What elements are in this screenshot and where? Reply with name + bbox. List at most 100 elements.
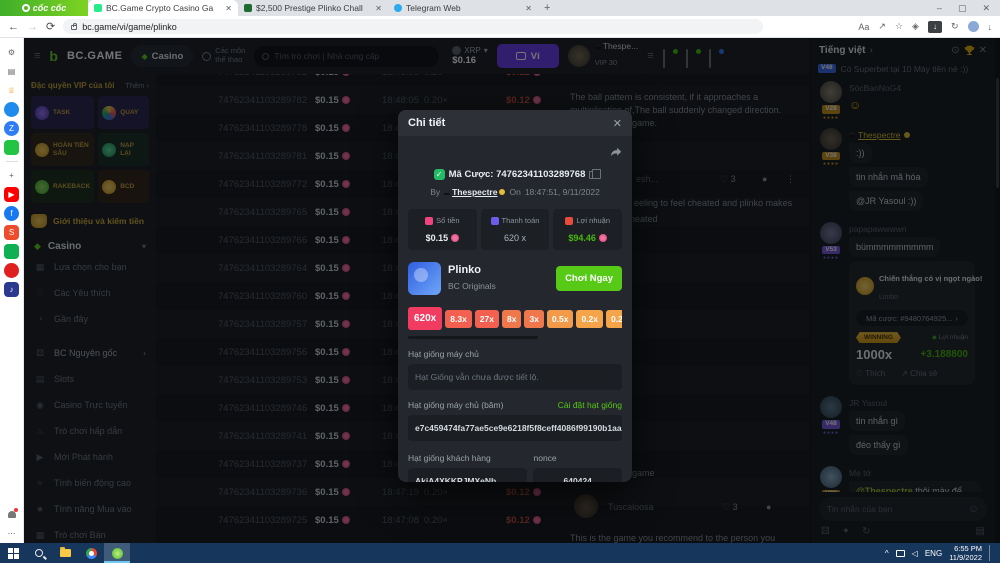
tab-title: $2,500 Prestige Plinko Chall <box>256 3 371 13</box>
copy-icon[interactable] <box>589 171 596 179</box>
more-icon[interactable]: ⋯ <box>4 526 19 541</box>
bcgame-site: ≡ b BC.GAME ◆ Casino Các mônthể thao Tìm… <box>24 38 1000 543</box>
bet-datetime: 18:47:51, 9/11/2022 <box>525 187 600 197</box>
multiplier-chips: 620x8.3x27x8x3x0.5x0.2x0.2x0.2x0.2 <box>408 307 622 330</box>
taskbar-search-icon[interactable] <box>26 543 52 563</box>
amount-icon <box>425 217 433 225</box>
tab-close-icon[interactable]: ✕ <box>525 4 532 13</box>
chips-scrollbar[interactable] <box>408 336 538 339</box>
game-studio: BC Originals <box>448 281 496 291</box>
tab-telegram[interactable]: Telegram Web ✕ <box>388 0 538 16</box>
games-icon[interactable] <box>4 140 19 155</box>
multiplier-chip: 8x <box>502 310 521 328</box>
coccoc-brand[interactable]: cốc cốc <box>0 0 88 16</box>
volume-icon[interactable]: ◁ <box>912 549 918 558</box>
tray-expand-icon[interactable]: ^ <box>885 549 889 558</box>
facebook-icon[interactable]: f <box>4 206 19 221</box>
nonce-value: 640424 <box>533 468 622 482</box>
stat-payout: Thanh toán 620 x <box>481 209 550 250</box>
stat-amount: Số tiền $0.15 <box>408 209 477 250</box>
stat-profit: Lợi nhuận $94.46 <box>553 209 622 250</box>
shield-icon[interactable]: ◈ <box>912 21 919 32</box>
file-explorer-icon[interactable] <box>52 543 78 563</box>
notification-bell-icon[interactable] <box>4 507 19 522</box>
multiplier-chip: 8.3x <box>445 310 472 328</box>
nonce-label: nonce <box>533 453 556 463</box>
server-seed-hash: e7c459474fa77ae5ce9e6218f5f8ceff4086f991… <box>408 415 622 441</box>
network-icon[interactable] <box>896 550 905 557</box>
tab-close-icon[interactable]: ✕ <box>225 4 232 13</box>
server-seed-label: Hạt giống máy chủ <box>408 349 479 359</box>
seed-settings-link[interactable]: Cài đặt hạt giống <box>558 400 622 410</box>
video-app-icon[interactable] <box>4 263 19 278</box>
tab-plinko-challenge[interactable]: $2,500 Prestige Plinko Chall ✕ <box>238 0 388 16</box>
shopee-icon[interactable]: S <box>4 225 19 240</box>
divider <box>6 161 18 162</box>
brand-label: cốc cốc <box>33 3 67 13</box>
history-icon[interactable]: ↻ <box>951 21 959 32</box>
screen: cốc cốc BC.Game Crypto Casino Ga ✕ $2,50… <box>0 0 1000 563</box>
bookmark-icon[interactable]: ☆ <box>895 21 903 32</box>
multiplier-chip: 0.2x <box>606 310 622 328</box>
tab-title: BC.Game Crypto Casino Ga <box>106 3 221 13</box>
browser-toolbar: ← → ⟳ bc.game/vi/game/plinko Aa ↗ ☆ ◈ ↓ … <box>0 16 1000 38</box>
profit-icon <box>565 217 573 225</box>
client-seed-value: AkiA4XKKPJMXeNb <box>408 468 527 482</box>
tophat-icon <box>444 190 450 195</box>
multiplier-chip: 0.2x <box>576 310 603 328</box>
modal-title: Chi tiết <box>408 117 445 129</box>
youtube-icon[interactable]: ▶ <box>4 187 19 202</box>
minimize-button[interactable]: – <box>937 3 942 14</box>
messenger-icon[interactable] <box>4 102 19 117</box>
client-seed-label: Hạt giống khách hàng <box>408 453 491 463</box>
new-tab-button[interactable]: + <box>544 2 550 14</box>
show-desktop-button[interactable] <box>989 545 992 561</box>
add-icon[interactable]: + <box>4 168 19 183</box>
multiplier-chip: 3x <box>524 310 543 328</box>
plinko-thumbnail[interactable] <box>408 262 441 295</box>
chrome-icon[interactable] <box>78 543 104 563</box>
sheets-icon[interactable] <box>4 244 19 259</box>
downloads-icon[interactable]: ↓ <box>988 22 993 32</box>
coccoc-taskbar-icon[interactable] <box>104 543 130 563</box>
bet-id: 74762341103289768 <box>496 169 585 180</box>
browser-sidebar: ⚙ ▤ ♕ Z + ▶ fS ♪ ⋯ <box>0 38 24 543</box>
extension-download-icon[interactable]: ↓ <box>928 21 942 33</box>
server-seed-hash-label: Hạt giống máy chủ (băm) <box>408 400 503 410</box>
favicon <box>394 4 402 12</box>
bet-author[interactable]: Thespectre <box>444 187 505 197</box>
verified-icon: ✓ <box>434 169 445 180</box>
crown-icon[interactable]: ♕ <box>4 83 19 98</box>
medal-icon <box>499 189 505 195</box>
payout-icon <box>491 217 499 225</box>
feed-icon[interactable]: ▤ <box>4 64 19 79</box>
share-icon[interactable]: ↗ <box>878 21 886 32</box>
translate-icon[interactable]: Aa <box>858 22 869 32</box>
multiplier-chip: 0.5x <box>547 310 574 328</box>
game-name: Plinko <box>448 264 496 276</box>
modal-close-icon[interactable]: ✕ <box>613 117 622 130</box>
bet-details-modal: Chi tiết ✕ ✓ Mã Cược: 74762341103289768 … <box>398 110 632 482</box>
tab-close-icon[interactable]: ✕ <box>375 4 382 13</box>
tab-bcgame[interactable]: BC.Game Crypto Casino Ga ✕ <box>88 0 238 16</box>
multiplier-chip: 620x <box>408 307 442 330</box>
back-button[interactable]: ← <box>8 21 19 33</box>
close-window-button[interactable]: ✕ <box>982 3 990 14</box>
mp3-icon[interactable]: ♪ <box>4 282 19 297</box>
start-button[interactable] <box>0 543 26 563</box>
server-seed-value: Hạt Giống vẫn chưa được tiết lộ. <box>408 364 622 390</box>
favicon <box>244 4 252 12</box>
coccoc-logo-icon <box>22 4 30 12</box>
address-bar[interactable]: bc.game/vi/game/plinko <box>63 19 763 34</box>
language-indicator[interactable]: ENG <box>925 549 942 558</box>
zalo-icon[interactable]: Z <box>4 121 19 136</box>
clock[interactable]: 6:55 PM11/9/2022 <box>949 544 982 562</box>
favicon <box>94 4 102 12</box>
forward-button[interactable]: → <box>27 21 38 33</box>
play-now-button[interactable]: Chơi Ngay <box>556 266 622 291</box>
reload-button[interactable]: ⟳ <box>46 20 55 33</box>
gear-icon[interactable]: ⚙ <box>4 45 19 60</box>
profile-avatar[interactable] <box>968 21 979 32</box>
share-icon[interactable] <box>609 146 622 159</box>
maximize-button[interactable]: ▢ <box>958 3 967 14</box>
